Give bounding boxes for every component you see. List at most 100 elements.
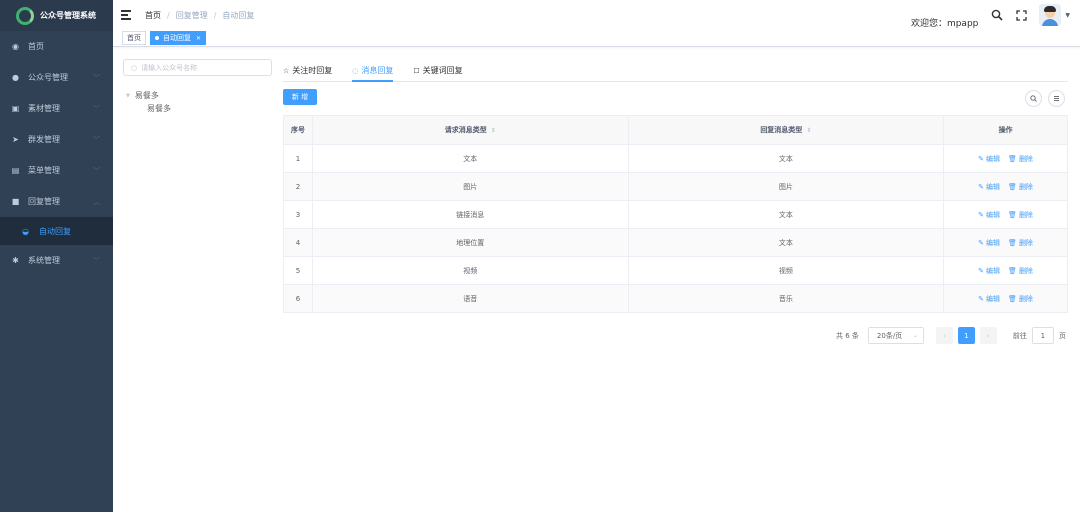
sort-icon[interactable]: ⇕	[806, 127, 811, 134]
tag-auto-reply[interactable]: 自动回复 ✕	[150, 31, 207, 45]
edit-label: 编辑	[986, 238, 1001, 247]
tab-label: 关键词回复	[422, 66, 463, 75]
delete-button[interactable]: 🗑 删除	[1008, 295, 1033, 303]
goto-label: 前往	[1012, 331, 1027, 340]
table-row: 6 语音 音乐 ✎ 编辑 🗑 删除	[283, 284, 1068, 313]
page-size-select[interactable]: 20条/页 ⌄	[867, 327, 924, 344]
cell-request: 地理位置	[312, 228, 629, 257]
tags-view: 首页 自动回复 ✕	[113, 30, 1080, 47]
goto-page-input[interactable]: 1	[1031, 327, 1054, 344]
tag-home-label: 首页	[127, 34, 141, 42]
chevron-down-icon: ﹀	[93, 135, 100, 144]
tag-auto-reply-label: 自动回复	[163, 34, 191, 42]
cell-request: 文本	[312, 144, 629, 173]
tree-node-child-label: 易餐多	[147, 104, 171, 113]
next-page-button[interactable]: ›	[979, 327, 997, 344]
sidebar-item-5[interactable]: ■ 回复管理 ︿	[0, 186, 113, 217]
star-icon: ☆	[283, 66, 290, 75]
search-icon[interactable]	[990, 8, 1004, 22]
sidebar-item-label: 菜单管理	[28, 166, 60, 175]
avatar[interactable]	[1039, 4, 1062, 26]
sidebar-item-4[interactable]: ▤ 菜单管理 ﹀	[0, 155, 113, 186]
page-unit: 页	[1058, 331, 1066, 340]
tab-2[interactable]: ☐ 关键词回复	[403, 60, 472, 81]
tree-node-root[interactable]: ▼ 易餐多	[126, 89, 171, 102]
edit-button[interactable]: ✎ 编辑	[978, 267, 1000, 275]
edit-button[interactable]: ✎ 编辑	[978, 155, 1000, 163]
edit-icon: ✎	[978, 154, 985, 163]
col-request-type[interactable]: 请求消息类型 ⇕	[311, 115, 629, 145]
delete-label: 删除	[1018, 210, 1033, 219]
tag-home[interactable]: 首页	[122, 31, 146, 45]
close-icon[interactable]: ✕	[196, 35, 201, 42]
cell-actions: ✎ 编辑 🗑 删除	[943, 228, 1068, 257]
tab-0[interactable]: ☆ 关注时回复	[283, 60, 342, 81]
chevron-up-icon: ︿	[93, 197, 100, 206]
sidebar-item-3[interactable]: ➤ 群发管理 ﹀	[0, 124, 113, 155]
hamburger-icon[interactable]	[121, 10, 131, 20]
sidebar-item-label: 回复管理	[28, 197, 60, 206]
cell-actions: ✎ 编辑 🗑 删除	[943, 200, 1068, 229]
edit-button[interactable]: ✎ 编辑	[978, 211, 1000, 219]
tab-1[interactable]: ◌ 消息回复	[342, 60, 403, 82]
delete-button[interactable]: 🗑 删除	[1008, 183, 1033, 191]
sidebar-item-label: 系统管理	[28, 256, 60, 265]
sidebar-item-label: 群发管理	[28, 135, 60, 144]
edit-icon: ✎	[978, 210, 985, 219]
settings-icon: ✱	[12, 256, 19, 265]
edit-button[interactable]: ✎ 编辑	[978, 239, 1000, 247]
sort-icon[interactable]: ⇕	[491, 127, 496, 134]
cell-no: 1	[283, 144, 313, 173]
prev-page-button[interactable]: ‹	[935, 327, 953, 344]
edit-button[interactable]: ✎ 编辑	[978, 295, 1000, 303]
cell-reply: 文本	[628, 228, 945, 257]
edit-button[interactable]: ✎ 编辑	[978, 183, 1000, 191]
delete-button[interactable]: 🗑 删除	[1008, 239, 1033, 247]
delete-button[interactable]: 🗑 删除	[1008, 155, 1033, 163]
cell-actions: ✎ 编辑 🗑 删除	[943, 256, 1068, 285]
cell-reply: 图片	[628, 172, 945, 201]
tree-node-child[interactable]: 易餐多	[126, 102, 171, 115]
caret-down-icon[interactable]: ▼	[1065, 12, 1070, 19]
sidebar-item-label: 素材管理	[28, 104, 60, 113]
edit-label: 编辑	[986, 266, 1001, 275]
cell-reply: 视频	[628, 256, 945, 285]
expand-caret-icon[interactable]: ▼	[126, 93, 130, 99]
table-row: 1 文本 文本 ✎ 编辑 🗑 删除	[283, 144, 1068, 173]
account-search-input[interactable]: ○ 请输入公众号名称	[123, 59, 272, 76]
search-toggle-button[interactable]	[1025, 90, 1042, 107]
sidebar-item-2[interactable]: ▣ 素材管理 ﹀	[0, 93, 113, 124]
delete-label: 删除	[1018, 154, 1033, 163]
breadcrumb-home[interactable]: 首页	[145, 10, 161, 21]
cell-request: 图片	[312, 172, 629, 201]
edit-icon: ✎	[978, 294, 985, 303]
add-button[interactable]: 新 增	[283, 89, 317, 105]
cell-reply: 文本	[628, 144, 945, 173]
col-reply-type[interactable]: 回复消息类型 ⇕	[627, 115, 945, 145]
edit-label: 编辑	[986, 210, 1001, 219]
dashboard-icon: ◉	[12, 42, 19, 51]
columns-toggle-button[interactable]	[1048, 90, 1065, 107]
tab-label: 关注时回复	[292, 66, 333, 75]
delete-button[interactable]: 🗑 删除	[1008, 211, 1033, 219]
col-reply-type-label: 回复消息类型	[760, 126, 803, 134]
chevron-down-icon: ﹀	[93, 73, 100, 82]
right-menu: 欢迎您：mpapp ▼	[911, 0, 1070, 30]
sidebar-item-6[interactable]: ✱ 系统管理 ﹀	[0, 245, 113, 276]
account-tree: ▼ 易餐多 易餐多	[126, 89, 171, 115]
cell-no: 6	[283, 284, 313, 313]
fullscreen-icon[interactable]	[1014, 8, 1028, 22]
breadcrumb: 首页 / 回复管理 / 自动回复	[145, 10, 255, 21]
page-number-current[interactable]: 1	[957, 327, 975, 344]
brand: 公众号管理系统	[0, 0, 113, 31]
sidebar-item-1[interactable]: ● 公众号管理 ﹀	[0, 62, 113, 93]
sidebar-subitem-auto-reply[interactable]: ◒ 自动回复	[0, 217, 113, 245]
delete-button[interactable]: 🗑 删除	[1008, 267, 1033, 275]
sidebar-item-0[interactable]: ◉ 首页	[0, 31, 113, 62]
search-placeholder: 请输入公众号名称	[141, 63, 198, 72]
edit-box-icon: ☐	[413, 66, 420, 75]
trash-icon: 🗑	[1008, 210, 1017, 219]
wechat-icon: ●	[12, 73, 19, 82]
reply-tabs: ☆ 关注时回复 ◌ 消息回复 ☐ 关键词回复	[283, 60, 1068, 82]
table-row: 4 地理位置 文本 ✎ 编辑 🗑 删除	[283, 228, 1068, 257]
